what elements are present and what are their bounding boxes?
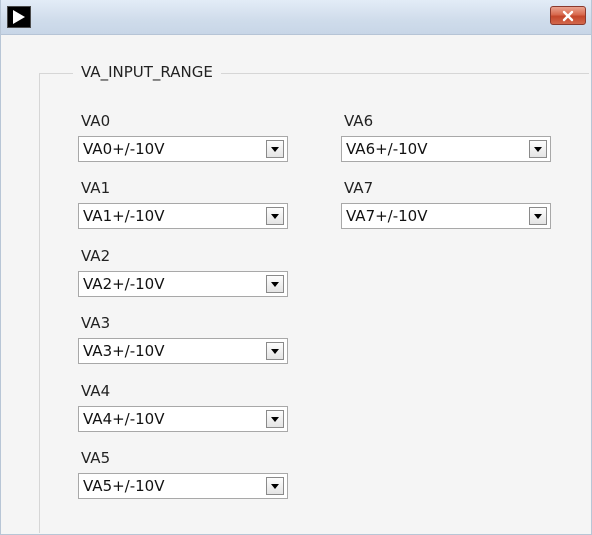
title-bar[interactable] [1,0,591,35]
combo-va6[interactable]: VA6+/-10V [341,136,551,162]
combo-va5[interactable]: VA5+/-10V [78,473,288,499]
dropdown-arrow-icon[interactable] [266,275,284,293]
combo-va1-value: VA1+/-10V [83,207,165,225]
combo-va7[interactable]: VA7+/-10V [341,203,551,229]
combo-va7-value: VA7+/-10V [346,207,428,225]
combo-va2-value: VA2+/-10V [83,275,165,293]
play-arrow-icon[interactable] [7,6,31,28]
label-va1: VA1 [81,179,111,197]
dropdown-arrow-icon[interactable] [266,342,284,360]
dialog-window: VA_INPUT_RANGE VA0 VA0+/-10V VA1 VA1+/-1… [0,0,592,535]
dropdown-arrow-icon[interactable] [266,477,284,495]
dropdown-arrow-icon[interactable] [266,410,284,428]
combo-va3-value: VA3+/-10V [83,342,165,360]
close-button[interactable] [550,6,586,25]
label-va6: VA6 [344,112,374,130]
combo-va4-value: VA4+/-10V [83,410,165,428]
combo-va1[interactable]: VA1+/-10V [78,203,288,229]
dropdown-arrow-icon[interactable] [266,140,284,158]
combo-va3[interactable]: VA3+/-10V [78,338,288,364]
close-x-icon [562,10,574,22]
label-va4: VA4 [81,382,111,400]
dropdown-arrow-icon[interactable] [529,140,547,158]
combo-va5-value: VA5+/-10V [83,477,165,495]
label-va2: VA2 [81,247,111,265]
combo-va6-value: VA6+/-10V [346,140,428,158]
dropdown-arrow-icon[interactable] [266,207,284,225]
combo-va4[interactable]: VA4+/-10V [78,406,288,432]
label-va0: VA0 [81,112,111,130]
group-title: VA_INPUT_RANGE [73,62,221,82]
combo-va0-value: VA0+/-10V [83,140,165,158]
label-va7: VA7 [344,179,374,197]
dropdown-arrow-icon[interactable] [529,207,547,225]
combo-va2[interactable]: VA2+/-10V [78,271,288,297]
combo-va0[interactable]: VA0+/-10V [78,136,288,162]
label-va3: VA3 [81,314,111,332]
label-va5: VA5 [81,449,111,467]
